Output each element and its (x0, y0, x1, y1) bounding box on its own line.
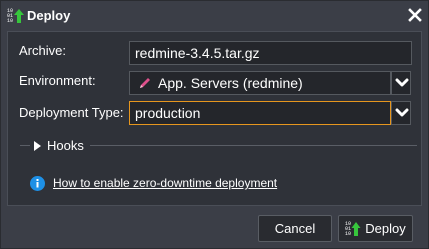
cancel-button[interactable]: Cancel (258, 215, 332, 242)
environment-label: Environment: (19, 73, 96, 88)
chevron-down-icon (395, 78, 409, 87)
deploy-icon: 10 01 10 (7, 7, 25, 25)
svg-text:10: 10 (7, 18, 13, 24)
deploy-icon: 10 01 10 (345, 220, 361, 238)
zero-downtime-help-link[interactable]: How to enable zero-downtime deployment (53, 176, 277, 190)
hooks-label: Hooks (47, 138, 84, 153)
info-icon (30, 176, 45, 191)
deploy-dialog: 10 01 10 Deploy Archive: redmine-3.4.5.t… (0, 0, 429, 249)
expand-arrow-icon (34, 140, 41, 151)
archive-label: Archive: (19, 43, 66, 58)
pen-icon (138, 76, 152, 90)
environment-dropdown-button[interactable] (391, 71, 411, 95)
chevron-down-icon (395, 108, 409, 117)
hooks-toggle[interactable]: Hooks (30, 138, 90, 153)
deployment-type-field[interactable]: production (129, 101, 391, 125)
deploy-button[interactable]: 10 01 10 Deploy (338, 215, 413, 242)
svg-text:10: 10 (345, 231, 351, 237)
deploy-button-label: Deploy (365, 221, 406, 236)
dialog-titlebar: 10 01 10 Deploy (1, 1, 428, 31)
deployment-type-label: Deployment Type: (19, 105, 124, 120)
close-icon[interactable] (408, 8, 422, 22)
deployment-type-dropdown-button[interactable] (391, 101, 411, 125)
dialog-body: Archive: redmine-3.4.5.tar.gz Environmen… (7, 31, 422, 206)
cancel-button-label: Cancel (274, 221, 316, 236)
archive-field[interactable]: redmine-3.4.5.tar.gz (129, 41, 412, 65)
dialog-title: Deploy (27, 8, 71, 23)
environment-select[interactable]: App. Servers (redmine) (129, 71, 391, 95)
environment-value: App. Servers (redmine) (158, 75, 303, 91)
